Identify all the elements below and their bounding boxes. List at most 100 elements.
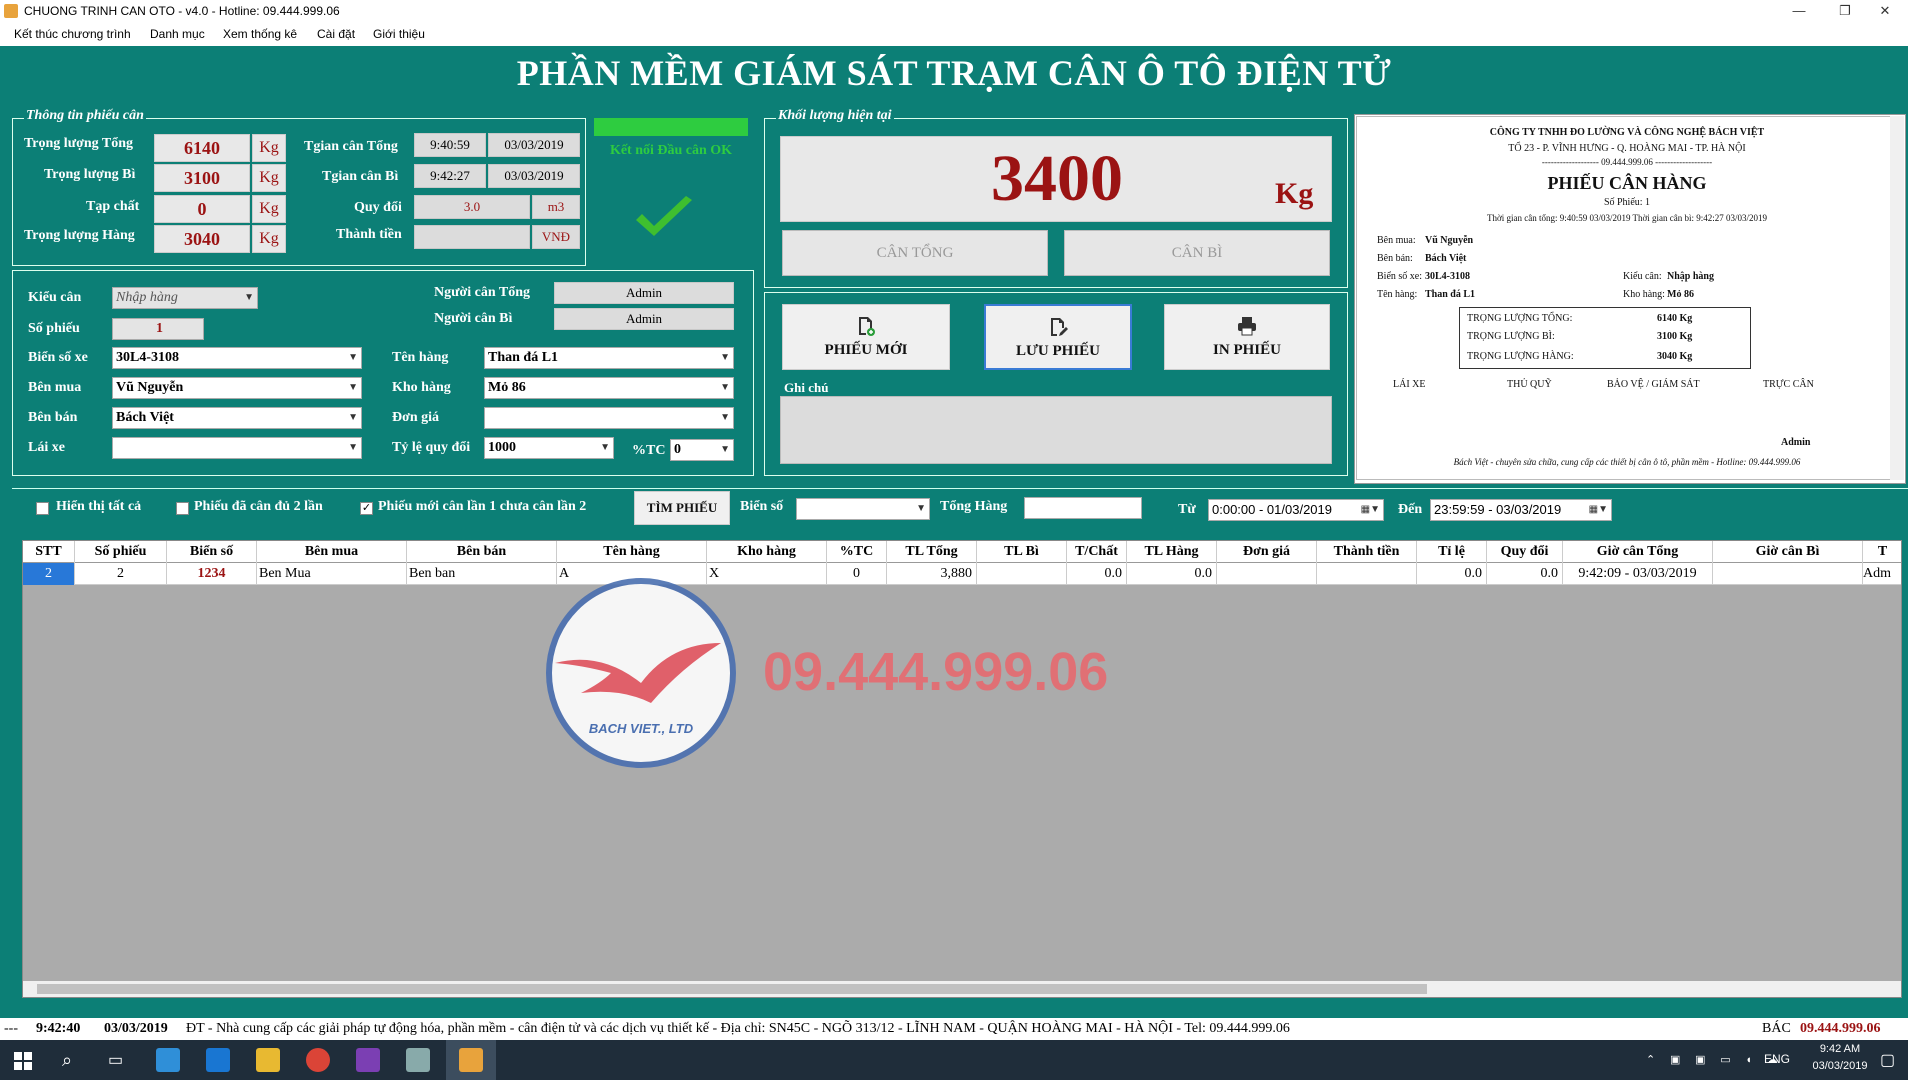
from-datetime-picker[interactable]: 0:00:00 - 01/03/2019 ▦▼ — [1208, 499, 1384, 521]
show-new-label: Phiếu mới cân lần 1 chưa cân lần 2 — [378, 499, 587, 514]
menu-catalog[interactable]: Danh mục — [150, 22, 205, 46]
filter-plate-select[interactable]: ▼ — [796, 498, 930, 520]
menu-statistics[interactable]: Xem thống kê — [223, 22, 297, 46]
print-ticket-button[interactable]: IN PHIẾU — [1164, 304, 1330, 370]
show-all-checkbox[interactable] — [36, 502, 49, 515]
ratio-label: Tỷ lệ quy đổi — [392, 440, 471, 455]
col-warehouse[interactable]: Kho hàng — [707, 541, 827, 563]
plate-select[interactable]: 30L4-3108 ▼ — [112, 347, 362, 369]
receipt-goods: Than đá L1 — [1425, 289, 1476, 300]
note-label: Ghi chú — [784, 380, 829, 395]
search-icon[interactable]: ⌕ — [62, 1050, 72, 1071]
cell-time-total: 9:42:09 - 03/03/2019 — [1563, 563, 1713, 585]
col-extra[interactable]: T — [1863, 541, 1901, 563]
cell-stt: 2 — [23, 563, 75, 585]
new-document-icon — [859, 317, 875, 336]
new-ticket-button[interactable]: PHIẾU MỚI — [782, 304, 950, 370]
receipt-number: Số Phiếu: 1 — [1603, 197, 1651, 208]
status-time: 9:42:40 — [36, 1021, 81, 1036]
cell-buyer: Ben Mua — [257, 563, 407, 585]
tickets-table: STT Số phiếu Biển số Bên mua Bên bán Tên… — [22, 540, 1902, 998]
col-tare[interactable]: TL Bì — [977, 541, 1067, 563]
close-button[interactable]: ✕ — [1862, 0, 1908, 22]
visual-studio-icon[interactable] — [356, 1048, 380, 1072]
cell-amount — [1317, 563, 1417, 585]
language-indicator[interactable]: ENG — [1764, 1052, 1790, 1066]
col-convert[interactable]: Quy đổi — [1487, 541, 1563, 563]
weigh-total-button[interactable]: CÂN TỔNG — [782, 230, 1048, 276]
show-new-checkbox[interactable]: ✓ — [360, 502, 373, 515]
edge-icon[interactable] — [206, 1048, 230, 1072]
note-textarea[interactable] — [780, 396, 1332, 464]
col-time-total[interactable]: Giờ cân Tổng — [1563, 541, 1713, 563]
col-buyer[interactable]: Bên mua — [257, 541, 407, 563]
app-icon-generic[interactable] — [406, 1048, 430, 1072]
warehouse-select[interactable]: Mỏ 86 ▼ — [484, 377, 734, 399]
window-title: CHUONG TRINH CAN OTO - v4.0 - Hotline: 0… — [24, 4, 340, 18]
date-tare-field: 03/03/2019 — [488, 164, 580, 188]
clock-time[interactable]: 9:42 AM — [1808, 1043, 1872, 1055]
col-seller[interactable]: Bên bán — [407, 541, 557, 563]
seller-select[interactable]: Bách Việt ▼ — [112, 407, 362, 429]
scrollbar-thumb[interactable] — [37, 984, 1427, 994]
buyer-value: Vũ Nguyễn — [116, 380, 184, 395]
time-tare-field: 9:42:27 — [414, 164, 486, 188]
weigh-tare-button[interactable]: CÂN BÌ — [1064, 230, 1330, 276]
col-ticket-no[interactable]: Số phiếu — [75, 541, 167, 563]
driver-select[interactable]: ▼ — [112, 437, 362, 459]
receipt-title: PHIẾU CÂN HÀNG — [1547, 173, 1707, 193]
chevron-down-icon: ▼ — [720, 352, 730, 363]
buyer-select[interactable]: Vũ Nguyễn ▼ — [112, 377, 362, 399]
file-explorer-icon[interactable] — [256, 1048, 280, 1072]
calendar-icon: ▦▼ — [1588, 504, 1608, 515]
show-done-checkbox[interactable] — [176, 502, 189, 515]
col-price[interactable]: Đơn giá — [1217, 541, 1317, 563]
convert-value: 3.0 — [414, 195, 530, 219]
col-impurity[interactable]: T/Chất — [1067, 541, 1127, 563]
weigher-tare-field: Admin — [554, 308, 734, 330]
windows-start-icon[interactable] — [14, 1052, 32, 1070]
table-row[interactable]: 2 2 1234 Ben Mua Ben ban A X 0 3,880 0.0… — [23, 563, 1901, 585]
receipt-scrollbar[interactable] — [1890, 116, 1904, 480]
notification-icon[interactable]: ▢ — [1880, 1050, 1895, 1070]
goods-select[interactable]: Than đá L1 ▼ — [484, 347, 734, 369]
menu-exit[interactable]: Kết thúc chương trình — [14, 22, 131, 46]
col-plate[interactable]: Biển số — [167, 541, 257, 563]
tare-weight-unit: Kg — [252, 164, 286, 192]
to-datetime-picker[interactable]: 23:59:59 - 03/03/2019 ▦▼ — [1430, 499, 1612, 521]
total-weight-value: 6140 — [154, 134, 250, 162]
show-all-label: Hiển thị tất cả — [56, 499, 142, 514]
receipt-type: Nhập hàng — [1667, 271, 1714, 282]
col-net[interactable]: TL Hàng — [1127, 541, 1217, 563]
col-time-tare[interactable]: Giờ cân Bì — [1713, 541, 1863, 563]
active-app-button[interactable] — [446, 1040, 496, 1080]
task-view-icon[interactable]: ▭ — [108, 1050, 123, 1070]
find-ticket-button[interactable]: TÌM PHIẾU — [634, 491, 730, 525]
col-goods[interactable]: Tên hàng — [557, 541, 707, 563]
date-total-field: 03/03/2019 — [488, 133, 580, 157]
col-total[interactable]: TL Tổng — [887, 541, 977, 563]
time-total-label: Tgian cân Tổng — [304, 139, 398, 154]
printer-icon — [1238, 317, 1256, 336]
col-amount[interactable]: Thành tiền — [1317, 541, 1417, 563]
clock-date[interactable]: 03/03/2019 — [1804, 1060, 1876, 1072]
price-select[interactable]: ▼ — [484, 407, 734, 429]
save-ticket-button[interactable]: LƯU PHIẾU — [984, 304, 1132, 370]
chrome-icon[interactable] — [306, 1048, 330, 1072]
menu-settings[interactable]: Cài đặt — [317, 22, 355, 46]
col-tc[interactable]: %TC — [827, 541, 887, 563]
tc-select[interactable]: 0 ▼ — [670, 439, 734, 461]
internet-explorer-icon[interactable] — [156, 1048, 180, 1072]
app-icon — [4, 4, 18, 18]
menu-about[interactable]: Giới thiệu — [373, 22, 425, 46]
col-stt[interactable]: STT — [23, 541, 75, 563]
convert-unit: m3 — [532, 195, 580, 219]
ratio-select[interactable]: 1000 ▼ — [484, 437, 614, 459]
chevron-down-icon: ▼ — [348, 352, 358, 363]
col-ratio[interactable]: Tỉ lệ — [1417, 541, 1487, 563]
weigh-type-select[interactable]: Nhập hàng ▼ — [112, 287, 258, 309]
table-horizontal-scrollbar[interactable] — [23, 981, 1901, 997]
weight-unit: Kg — [1275, 177, 1314, 210]
filter-goods-input[interactable] — [1024, 497, 1142, 519]
minimize-button[interactable]: — — [1776, 0, 1822, 22]
